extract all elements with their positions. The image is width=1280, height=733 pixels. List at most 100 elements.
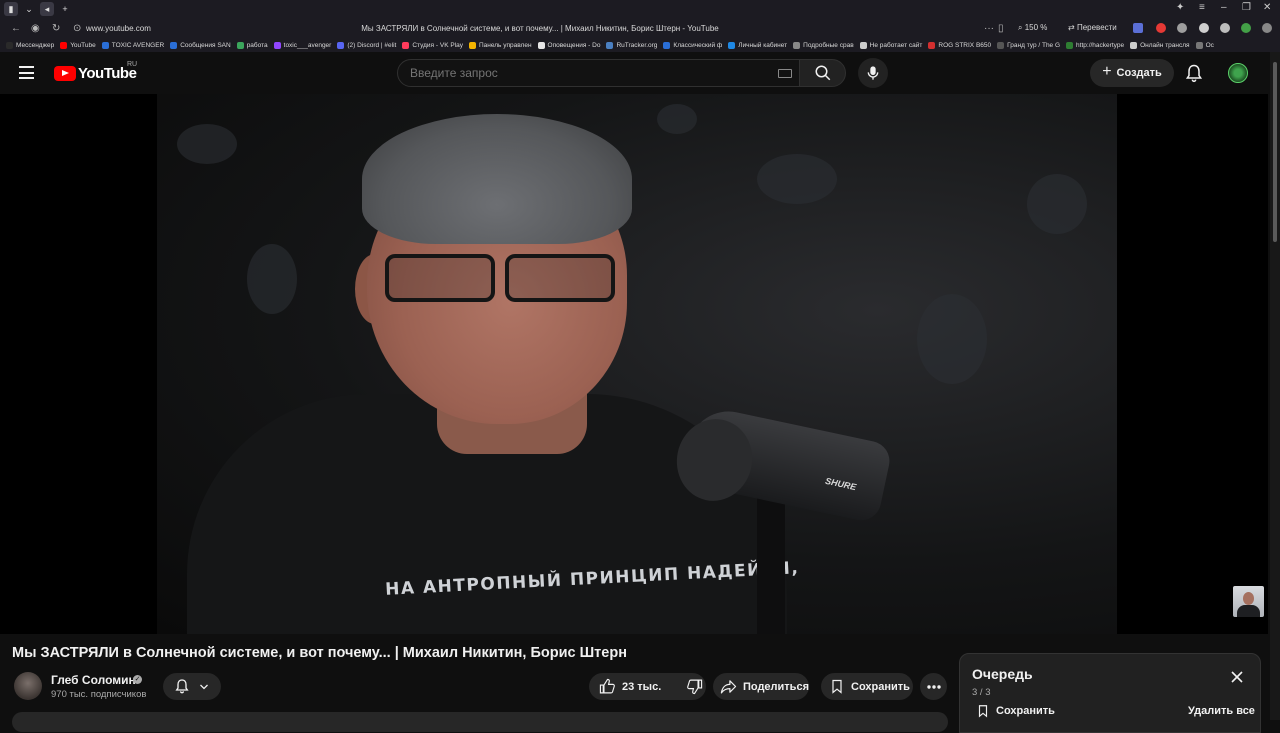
channel-avatar[interactable] [14, 672, 42, 700]
extension-icon[interactable] [1177, 23, 1187, 33]
bookmark-label: Оповещения - Do [547, 41, 601, 49]
bookmark-item[interactable]: ROG STRIX B650 [928, 41, 991, 49]
save-button[interactable]: Сохранить [821, 673, 913, 700]
tab-strip: ▮ ⌄ ◂ + ✦ ≡ – ❐ ✕ [0, 0, 1280, 18]
dislike-icon[interactable] [686, 678, 703, 695]
youtube-logo[interactable]: YouTube [54, 65, 137, 82]
page-scrollbar[interactable] [1270, 52, 1280, 720]
bookmark-favicon-icon [60, 41, 68, 49]
bookmark-favicon-icon [928, 41, 936, 49]
bookmark-favicon-icon [997, 41, 1005, 49]
video-player[interactable]: НА АНТРОПНЫЙ ПРИНЦИП НАДЕЙСЯ, SHURE [0, 94, 1268, 634]
search-input[interactable] [410, 66, 760, 80]
scrollbar-thumb[interactable] [1273, 62, 1277, 242]
verified-icon: ✓ [133, 675, 142, 684]
menu-icon[interactable]: ≡ [1199, 2, 1205, 13]
page-title-bar: Мы ЗАСТРЯЛИ в Солнечной системе, и вот п… [361, 24, 719, 33]
bookmark-item[interactable]: Ос [1195, 41, 1214, 49]
bookmark-favicon-icon [793, 41, 801, 49]
subscriber-count: 970 тыс. подписчиков [51, 689, 147, 700]
account-avatar[interactable] [1228, 63, 1248, 83]
more-actions-button[interactable] [920, 673, 947, 700]
bookmark-item[interactable]: YouTube [60, 41, 96, 49]
translate-label: Перевести [1076, 23, 1117, 32]
share-icon [720, 680, 737, 694]
video-frame: НА АНТРОПНЫЙ ПРИНЦИП НАДЕЙСЯ, SHURE [157, 94, 1117, 634]
extension-icon[interactable] [1241, 23, 1251, 33]
bookmark-label: Гранд тур / The G [1007, 41, 1061, 49]
translate-button[interactable]: ⇄ Перевести [1064, 22, 1121, 33]
bookmark-item[interactable]: TOXIC AVENGER [101, 41, 164, 49]
sidebar-toggle-icon[interactable]: ▮ [4, 2, 18, 16]
notifications-bell-icon[interactable] [1184, 63, 1204, 83]
bookmark-icon[interactable]: ▯ [998, 23, 1004, 34]
bookmark-label: YouTube [70, 41, 96, 49]
bookmark-item[interactable]: Не работает сайт [859, 41, 922, 49]
hamburger-menu-icon[interactable] [19, 66, 35, 79]
region-code: RU [127, 61, 138, 68]
subscription-notifications-button[interactable] [163, 673, 221, 700]
bookmark-label: RuTracker.org [616, 41, 658, 49]
close-window-icon[interactable]: ✕ [1263, 2, 1271, 13]
bookmark-item[interactable]: работа [236, 41, 268, 49]
extension-icon[interactable] [1199, 23, 1209, 33]
description-box[interactable] [12, 712, 948, 732]
queue-save-button[interactable]: Сохранить [976, 703, 1055, 719]
chevron-down-icon[interactable]: ⌄ [22, 2, 36, 16]
extension-icon[interactable] [1220, 23, 1230, 33]
downloads-icon[interactable] [1262, 23, 1272, 33]
channel-name[interactable]: Глеб Соломин [51, 673, 136, 687]
extension-icon[interactable] [1133, 23, 1143, 33]
new-tab-icon[interactable]: + [58, 2, 72, 16]
restore-icon[interactable]: ❐ [1242, 2, 1251, 13]
bookmark-item[interactable]: Оповещения - Do [537, 41, 601, 49]
bookmark-item[interactable]: Подробные срав [793, 41, 854, 49]
tab-youtube[interactable]: ◂ [40, 2, 54, 16]
zoom-level[interactable]: ⌕ 150 % [1018, 23, 1047, 33]
more-dots-icon[interactable]: ··· [984, 23, 994, 34]
bookmark-item[interactable]: http://hackertype [1066, 41, 1124, 49]
bookmark-favicon-icon [537, 41, 545, 49]
bookmark-item[interactable]: Гранд тур / The G [997, 41, 1061, 49]
adblock-icon[interactable] [1156, 23, 1166, 33]
chevron-down-icon [200, 684, 208, 690]
channel-watermark[interactable] [1233, 586, 1264, 617]
bookmark-item[interactable]: Мессенджер [6, 41, 54, 49]
bookmark-item[interactable]: Панель управлен [468, 41, 532, 49]
more-dots-icon [926, 684, 941, 689]
keyboard-icon[interactable] [778, 69, 792, 78]
bookmark-favicon-icon [170, 41, 178, 49]
bookmark-favicon-icon [402, 41, 410, 49]
bookmark-favicon-icon [273, 41, 281, 49]
bookmark-item[interactable]: toxic___avenger [273, 41, 332, 49]
share-button[interactable]: Поделиться [713, 673, 809, 700]
bookmark-label: Студия - VK Play [412, 41, 463, 49]
bookmark-item[interactable]: (2) Discord | #elit [337, 41, 396, 49]
bookmark-item[interactable]: Онлайн трансля [1130, 41, 1190, 49]
create-button[interactable]: + Создать [1090, 59, 1174, 87]
bookmark-item[interactable]: Личный кабинет [728, 41, 787, 49]
microphone-icon [867, 66, 879, 80]
close-icon[interactable] [1230, 670, 1244, 684]
bookmark-icon [832, 679, 842, 694]
bookmark-favicon-icon [337, 41, 345, 49]
bookmark-label: toxic___avenger [283, 41, 332, 49]
like-count[interactable]: 23 тыс. [622, 681, 661, 693]
search-button[interactable] [799, 59, 846, 87]
queue-delete-all-button[interactable]: Удалить все [1188, 705, 1255, 717]
bookmark-item[interactable]: Классический ф [663, 41, 723, 49]
minimize-icon[interactable]: – [1221, 2, 1227, 13]
pin-icon[interactable]: ✦ [1176, 2, 1184, 13]
bookmark-label: Классический ф [673, 41, 723, 49]
address-bar: ← ◉ ↻ ⊙ www.youtube.com Мы ЗАСТРЯЛИ в Со… [0, 19, 1280, 38]
bookmark-favicon-icon [663, 41, 671, 49]
bookmark-item[interactable]: Студия - VK Play [402, 41, 463, 49]
bookmark-favicon-icon [1130, 41, 1138, 49]
save-label: Сохранить [851, 680, 910, 693]
zoom-value: 150 % [1024, 23, 1048, 32]
like-icon[interactable] [599, 678, 616, 695]
voice-search-button[interactable] [858, 58, 888, 88]
bookmark-item[interactable]: Сообщения SAN [170, 41, 231, 49]
bookmark-item[interactable]: RuTracker.org [606, 41, 658, 49]
create-label: Создать [1116, 67, 1162, 79]
